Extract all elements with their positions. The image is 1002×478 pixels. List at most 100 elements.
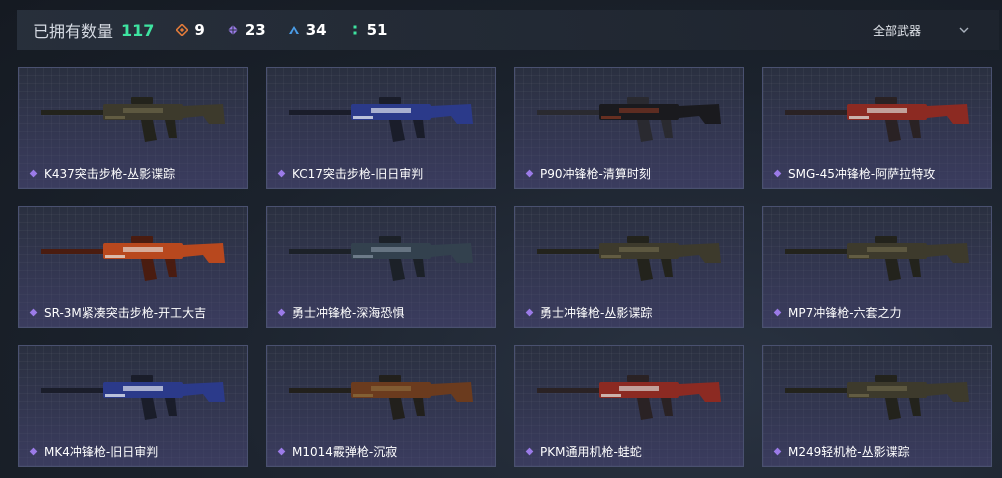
owned-count-label: 已拥有数量 [33,22,114,41]
weapon-image [41,375,225,420]
weapon-name: 勇士冲锋枪-丛影谍踪 [525,304,652,321]
weapon-scope [875,97,897,104]
weapon-scope [627,375,649,382]
weapon-detail [371,386,411,391]
weapon-card[interactable]: PKM通用机枪-蛙蛇 [514,345,744,467]
weapon-name-text: SMG-45冲锋枪-阿萨拉特攻 [788,167,936,181]
weapon-name-text: M249轻机枪-丛影谍踪 [788,445,910,459]
purple-rarity-icon [277,169,286,178]
weapon-stock [679,382,721,402]
weapon-magazine [141,398,157,420]
weapon-name-text: PKM通用机枪-蛙蛇 [540,445,642,459]
weapon-grip [661,398,673,416]
weapon-filter-label: 全部武器 [872,23,921,38]
weapon-name-text: M1014霰弹枪-沉寂 [292,445,398,459]
weapon-grip [909,398,921,416]
weapon-stock [431,243,473,263]
weapon-image [41,97,225,142]
weapon-name-text: SR-3M紧凑突击步枪-开工大吉 [44,306,207,320]
inventory-header: 已拥有数量 117 9 23 34 51 全部武器 [17,10,999,50]
weapon-card[interactable]: KC17突击步枪-旧日审判 [266,67,496,189]
weapon-name: P90冲锋枪-清算时刻 [525,165,651,182]
weapon-accent [849,116,869,119]
weapon-card[interactable]: 勇士冲锋枪-深海恐惧 [266,206,496,328]
weapon-scope [875,236,897,243]
weapon-card[interactable]: K437突击步枪-丛影谍踪 [18,67,248,189]
weapon-card[interactable]: P90冲锋枪-清算时刻 [514,67,744,189]
weapon-magazine [389,259,405,281]
weapon-card[interactable]: 勇士冲锋枪-丛影谍踪 [514,206,744,328]
weapon-barrel [41,388,111,393]
weapon-accent [601,116,621,119]
weapon-grip [413,398,425,416]
weapon-grip [661,259,673,277]
weapon-barrel [537,249,607,254]
weapon-barrel [41,249,111,254]
weapon-image [41,236,225,281]
weapon-stock [679,243,721,263]
weapon-image [289,236,473,281]
weapon-accent [353,116,373,119]
weapon-name-text: MP7冲锋枪-六套之力 [788,306,902,320]
weapon-card[interactable]: M1014霰弹枪-沉寂 [266,345,496,467]
weapon-name: KC17突击步枪-旧日审判 [277,165,423,182]
weapon-card[interactable]: SMG-45冲锋枪-阿萨拉特攻 [762,67,992,189]
weapon-image [785,375,969,420]
weapon-name: K437突击步枪-丛影谍踪 [29,165,175,182]
purple-rarity-icon [773,447,782,456]
blue-rarity-icon [288,26,299,34]
weapon-stock [183,382,225,402]
weapon-card[interactable]: MK4冲锋枪-旧日审判 [18,345,248,467]
weapon-barrel [41,110,111,115]
weapon-barrel [289,110,359,115]
weapon-barrel [537,388,607,393]
purple-rarity-icon [525,447,534,456]
weapon-card[interactable]: MP7冲锋枪-六套之力 [762,206,992,328]
weapon-detail [867,386,907,391]
weapon-name: 勇士冲锋枪-深海恐惧 [277,304,404,321]
weapon-barrel [289,388,359,393]
stat-purple: 23 [227,21,266,39]
weapon-image [785,97,969,142]
weapon-image [289,97,473,142]
weapon-scope [627,236,649,243]
purple-rarity-icon [277,447,286,456]
weapon-magazine [141,120,157,142]
purple-rarity-icon [29,447,38,456]
weapon-stock [927,382,969,402]
weapon-name: MK4冲锋枪-旧日审判 [29,443,158,460]
weapon-card[interactable]: M249轻机枪-丛影谍踪 [762,345,992,467]
weapon-image [785,236,969,281]
purple-rarity-icon [525,308,534,317]
weapon-magazine [637,398,653,420]
purple-rarity-icon [29,308,38,317]
weapon-name-text: 勇士冲锋枪-丛影谍踪 [540,306,653,320]
weapon-name: PKM通用机枪-蛙蛇 [525,443,642,460]
weapon-grip [661,120,673,138]
purple-rarity-icon [773,169,782,178]
weapon-detail [867,108,907,113]
weapon-accent [849,394,869,397]
weapon-accent [105,394,125,397]
weapon-name: SMG-45冲锋枪-阿萨拉特攻 [773,165,935,182]
weapon-image [289,375,473,420]
weapon-card[interactable]: SR-3M紧凑突击步枪-开工大吉 [18,206,248,328]
stat-blue: 34 [288,21,327,39]
owned-count-value: 117 [121,20,155,40]
weapon-magazine [885,259,901,281]
weapon-name-text: 勇士冲锋枪-深海恐惧 [292,306,405,320]
weapon-grip [909,120,921,138]
weapon-barrel [785,110,855,115]
weapon-scope [379,236,401,243]
weapon-stock [183,243,225,263]
weapon-magazine [637,259,653,281]
purple-rarity-icon [227,25,238,35]
weapon-detail [371,108,411,113]
weapon-image [537,97,721,142]
weapon-filter-dropdown[interactable]: 全部武器 [873,10,969,50]
weapon-stock [679,104,721,124]
weapon-grid: K437突击步枪-丛影谍踪 KC17突击步枪-旧日审判 P90冲锋枪-清算时刻 … [18,67,992,467]
chevron-down-icon [959,27,969,33]
purple-rarity-icon [29,169,38,178]
purple-rarity-icon [277,308,286,317]
